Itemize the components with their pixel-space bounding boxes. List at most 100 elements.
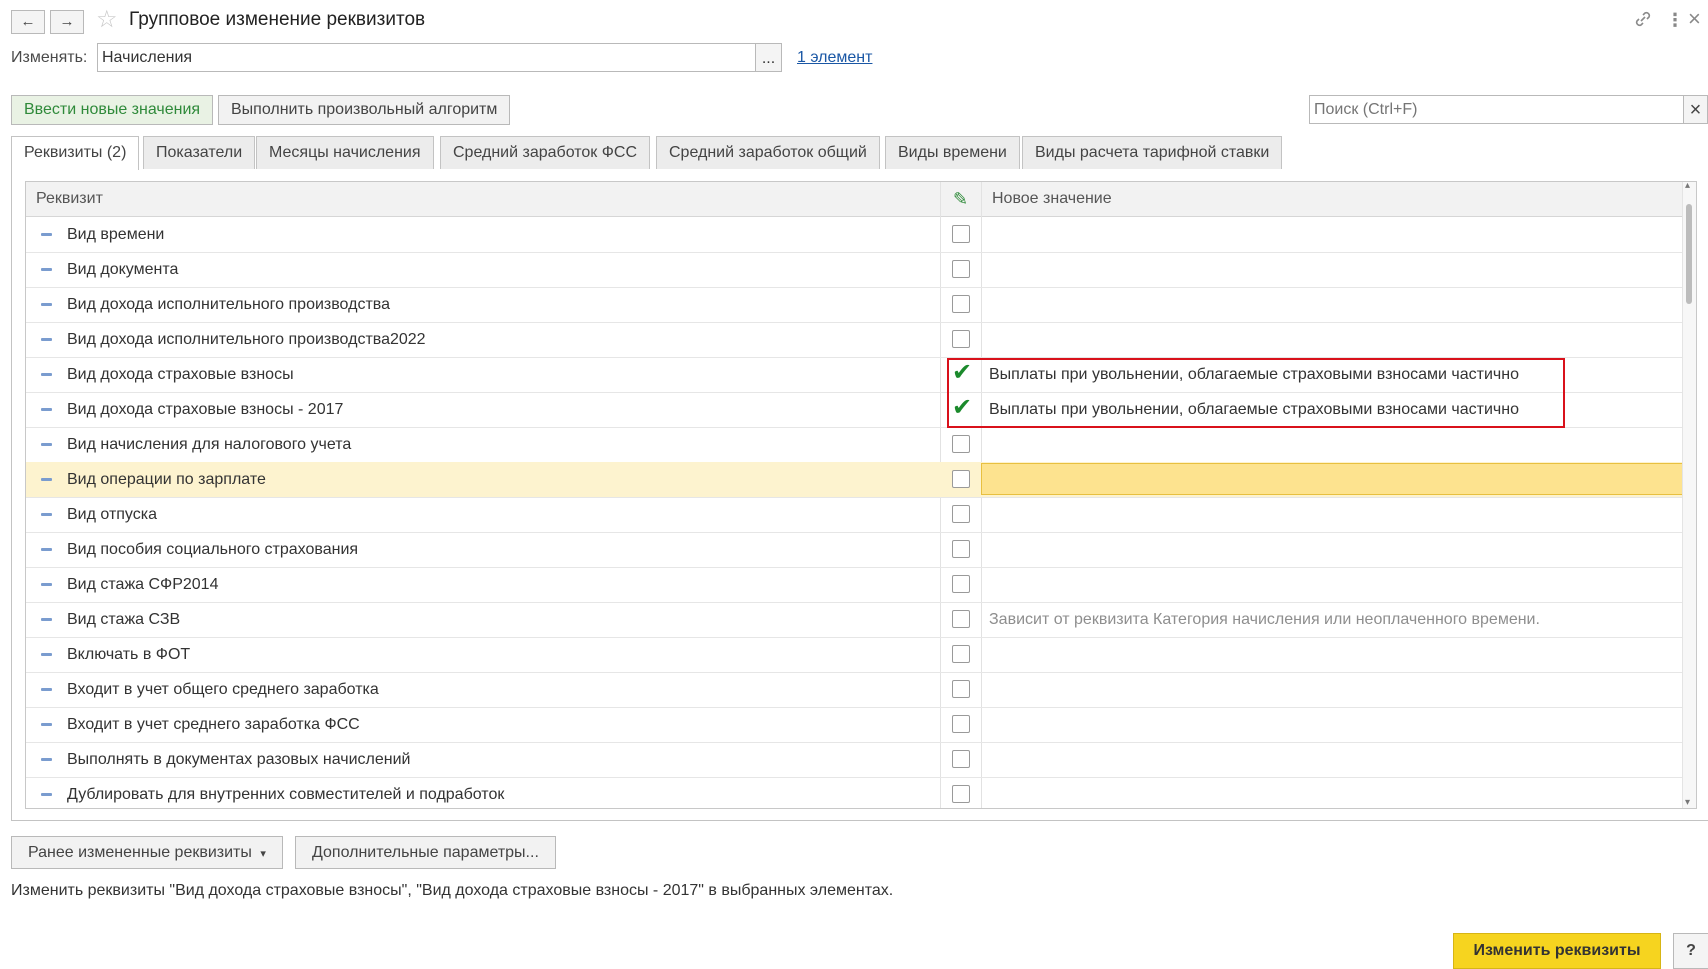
object-type-field[interactable]: Начисления <box>97 43 756 72</box>
table-row[interactable]: Вид стажа СФР2014 <box>26 567 1685 603</box>
attribute-marker-icon <box>41 688 52 691</box>
attribute-marker-icon <box>41 583 52 586</box>
highlight-box <box>947 358 1565 428</box>
attribute-name: Вид дохода исполнительного производства2… <box>67 331 426 348</box>
attribute-name: Вид операции по зарплате <box>67 471 266 488</box>
vertical-scrollbar[interactable]: ▴ ▾ <box>1682 182 1696 808</box>
checkbox[interactable] <box>952 610 970 628</box>
forward-button[interactable]: → <box>50 10 84 34</box>
attribute-marker-icon <box>41 338 52 341</box>
table-row[interactable]: Входит в учет общего среднего заработка <box>26 672 1685 708</box>
attribute-name: Вид дохода страховые взносы <box>67 366 294 383</box>
attribute-name: Вид начисления для налогового учета <box>67 436 352 453</box>
table-row[interactable]: Вид отпуска <box>26 497 1685 533</box>
checkbox[interactable] <box>952 540 970 558</box>
checkbox[interactable] <box>952 225 970 243</box>
extra-params-button[interactable]: Дополнительные параметры... <box>295 836 556 869</box>
checkbox[interactable] <box>952 715 970 733</box>
edit-label: Изменять: <box>11 49 88 66</box>
attribute-marker-icon <box>41 373 52 376</box>
attribute-marker-icon <box>41 793 52 796</box>
attribute-marker-icon <box>41 548 52 551</box>
run-algorithm-button[interactable]: Выполнить произвольный алгоритм <box>218 95 511 125</box>
previously-changed-label: Ранее измененные реквизиты <box>28 844 252 861</box>
checkbox[interactable] <box>952 680 970 698</box>
table-row[interactable]: Вид операции по зарплате <box>26 462 1685 498</box>
select-object-button[interactable]: ... <box>755 43 782 72</box>
attribute-name: Вид стажа СЗВ <box>67 611 181 628</box>
elements-link[interactable]: 1 элемент <box>797 49 872 67</box>
favorite-star-icon[interactable]: ☆ <box>96 6 118 34</box>
previously-changed-button[interactable]: Ранее измененные реквизиты ▾ <box>11 836 283 869</box>
link-icon-svg <box>1635 11 1651 27</box>
table-row[interactable]: Вид документа <box>26 252 1685 288</box>
tab-average-general[interactable]: Средний заработок общий <box>656 136 880 169</box>
attribute-marker-icon <box>41 653 52 656</box>
attribute-name: Вид документа <box>67 261 179 278</box>
table-row[interactable]: Вид начисления для налогового учета <box>26 427 1685 463</box>
help-button[interactable]: ? <box>1673 933 1708 969</box>
search-input[interactable] <box>1309 95 1684 124</box>
table-row[interactable]: Входит в учет среднего заработка ФСС <box>26 707 1685 743</box>
back-button[interactable]: ← <box>11 10 45 34</box>
search-clear-button[interactable]: × <box>1683 95 1708 124</box>
new-value[interactable]: Зависит от реквизита Категория начислени… <box>989 602 1540 637</box>
table-row[interactable]: Выполнять в документах разовых начислени… <box>26 742 1685 778</box>
attribute-name: Вид отпуска <box>67 506 157 523</box>
dropdown-arrow-icon: ▾ <box>260 848 266 860</box>
attribute-name: Входит в учет общего среднего заработка <box>67 681 379 698</box>
apply-changes-button[interactable]: Изменить реквизиты <box>1453 933 1661 969</box>
tab-accrual-months[interactable]: Месяцы начисления <box>256 136 434 169</box>
close-icon[interactable]: × <box>1688 6 1701 32</box>
attribute-marker-icon <box>41 513 52 516</box>
back-arrow-icon: ← <box>20 13 36 30</box>
scroll-up-icon[interactable]: ▴ <box>1685 182 1690 191</box>
checkbox[interactable] <box>952 645 970 663</box>
attribute-marker-icon <box>41 268 52 271</box>
object-type-value: Начисления <box>102 49 193 66</box>
checkbox[interactable] <box>952 435 970 453</box>
checkbox[interactable] <box>952 295 970 313</box>
checkbox[interactable] <box>952 505 970 523</box>
header-new-value[interactable]: Новое значение <box>992 182 1112 216</box>
forward-arrow-icon: → <box>59 13 75 30</box>
pencil-icon: ✎ <box>953 189 969 209</box>
checkbox[interactable] <box>952 750 970 768</box>
new-value-input[interactable] <box>981 463 1684 495</box>
attribute-marker-icon <box>41 618 52 621</box>
attribute-name: Дублировать для внутренних совместителей… <box>67 786 505 803</box>
status-text: Изменить реквизиты "Вид дохода страховые… <box>11 882 894 899</box>
checkbox[interactable] <box>952 785 970 803</box>
attribute-name: Выполнять в документах разовых начислени… <box>67 751 411 768</box>
attribute-name: Вид пособия социального страхования <box>67 541 359 558</box>
table-row[interactable]: Вид стажа СЗВ Зависит от реквизита Катего… <box>26 602 1685 638</box>
attribute-marker-icon <box>41 758 52 761</box>
tab-average-fss[interactable]: Средний заработок ФСС <box>440 136 650 169</box>
checkbox[interactable] <box>952 260 970 278</box>
scrollbar-thumb[interactable] <box>1686 204 1692 304</box>
table-row[interactable]: Вид дохода исполнительного производства2… <box>26 322 1685 358</box>
table-row[interactable]: Дублировать для внутренних совместителей… <box>26 777 1685 808</box>
attribute-marker-icon <box>41 478 52 481</box>
scroll-down-icon[interactable]: ▾ <box>1685 797 1690 808</box>
table-row[interactable]: Включать в ФОТ <box>26 637 1685 673</box>
checkbox[interactable] <box>952 330 970 348</box>
link-icon[interactable] <box>1634 10 1652 33</box>
new-values-button[interactable]: Ввести новые значения <box>11 95 214 125</box>
tab-time-types[interactable]: Виды времени <box>885 136 1020 169</box>
attribute-name: Вид дохода страховые взносы - 2017 <box>67 401 344 418</box>
attribute-marker-icon <box>41 443 52 446</box>
menu-icon[interactable]: ⋮ <box>1666 10 1684 31</box>
tab-indicators[interactable]: Показатели <box>143 136 256 169</box>
attributes-table: Реквизит ✎ Новое значение Вид времени Вид… <box>25 181 1697 809</box>
table-row[interactable]: Вид дохода исполнительного производства <box>26 287 1685 323</box>
table-row[interactable]: Вид времени <box>26 217 1685 253</box>
header-attribute[interactable]: Реквизит <box>36 182 103 216</box>
table-row[interactable]: Вид пособия социального страхования <box>26 532 1685 568</box>
attribute-name: Включать в ФОТ <box>67 646 191 663</box>
checkbox[interactable] <box>952 575 970 593</box>
tab-attributes[interactable]: Реквизиты (2) <box>11 136 140 170</box>
checkbox[interactable] <box>952 470 970 488</box>
tab-rate-calc-types[interactable]: Виды расчета тарифной ставки <box>1022 136 1283 169</box>
attribute-name: Вид времени <box>67 226 165 243</box>
